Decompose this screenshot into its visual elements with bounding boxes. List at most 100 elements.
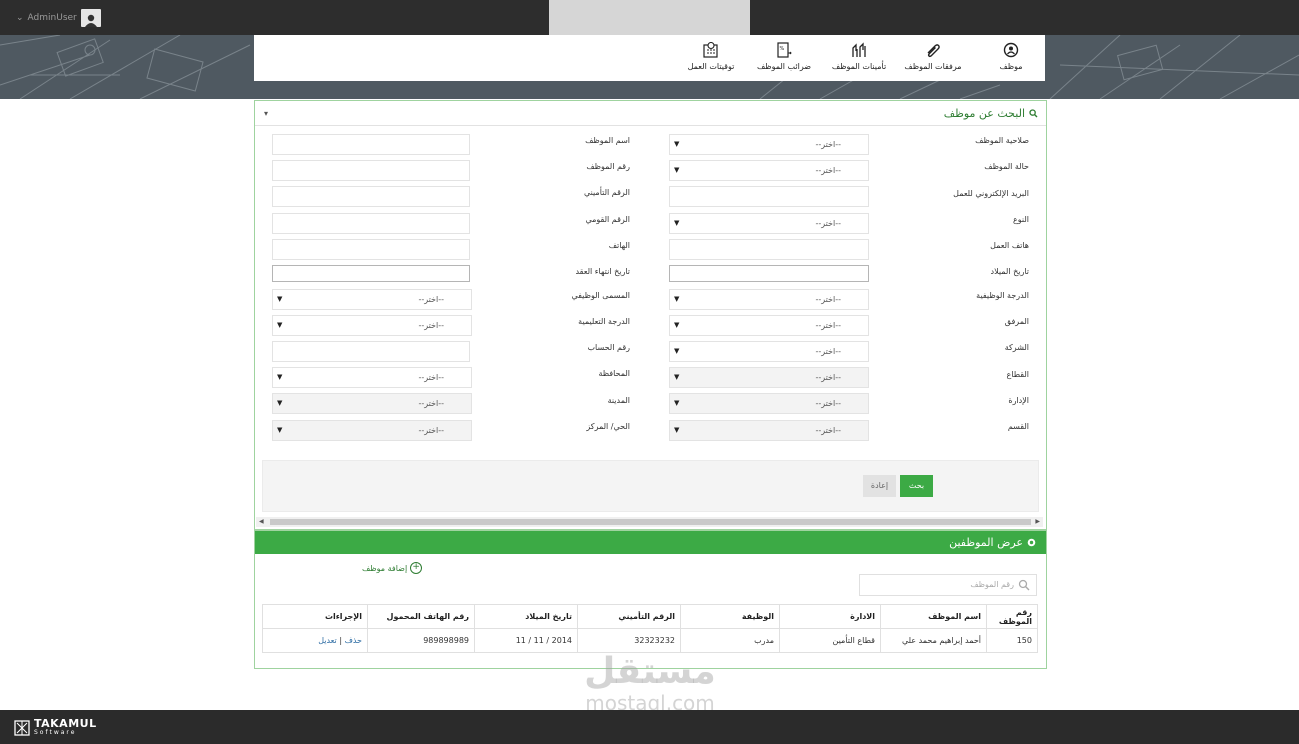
clock-calculator-icon [703,42,718,58]
nav-item-work-times[interactable]: توقيتات العمل [676,42,746,71]
label-governorate: المحافظة [598,369,630,378]
dropdown-arrow-icon: ▼ [277,321,283,329]
scroll-right-icon[interactable]: ▶ [1035,518,1040,525]
employee-name-input[interactable] [272,134,470,155]
col-employee-number: رقم الموظف [986,604,1038,629]
avatar [80,9,101,27]
dropdown-arrow-icon: ▼ [674,399,680,407]
nav-item-label: موظف [999,62,1023,71]
add-employee-label: إضافة موظف [362,563,408,573]
nav-item-employee[interactable]: موظف [976,42,1046,71]
national-id-input[interactable] [272,213,470,234]
employee-number-search[interactable]: رقم الموظف [859,574,1037,596]
dropdown-arrow-icon: ▼ [674,140,680,148]
col-actions: الإجراءات [262,604,368,629]
search-panel-header[interactable]: ▾ البحث عن موظف [255,101,1046,126]
search-icon [1029,109,1038,118]
city-select[interactable]: --اختر-- ▼ [272,393,472,414]
nav-item-label: توقيتات العمل [687,62,735,71]
label-city: المدينة [607,396,630,405]
employees-table: رقم الموظف اسم الموظف الادارة الوظيفة ال… [262,604,1038,653]
label-sector: القطاع [1006,370,1029,379]
col-job: الوظيفة [680,604,780,629]
work-phone-input[interactable] [669,239,869,260]
cell-department: قطاع التأمين [779,628,881,653]
employee-number-input[interactable] [272,160,470,181]
svg-text:%: % [780,46,785,52]
label-company: الشركة [1004,343,1029,352]
hands-icon [852,42,866,57]
user-menu[interactable]: ⌄ AdminUser [16,9,101,27]
col-birth-date: تاريخ الميلاد [474,604,578,629]
administration-select[interactable]: --اختر-- ▼ [669,393,869,414]
dropdown-arrow-icon: ▼ [277,295,283,303]
horizontal-scrollbar[interactable]: ◀ ▶ [256,517,1043,527]
search-placeholder: رقم الموظف [970,580,1014,589]
dropdown-arrow-icon: ▼ [674,166,680,174]
nav-item-label: تأمينات الموظف [831,62,887,71]
district-select[interactable]: --اختر-- ▼ [272,420,472,441]
birth-date-input[interactable] [669,265,869,282]
watermark-arabic: مستقل [584,651,716,692]
collapse-caret-icon[interactable]: ▾ [264,109,268,118]
label-gender: النوع [1013,215,1029,224]
label-employee-status: حالة الموظف [984,162,1029,171]
delete-link[interactable]: حذف [345,636,362,645]
scrollbar-thumb[interactable] [270,519,1031,525]
account-number-input[interactable] [272,341,470,362]
facility-select[interactable]: --اختر-- ▼ [669,315,869,336]
label-contract-end-date: تاريخ انتهاء العقد [575,267,630,276]
company-select[interactable]: --اختر-- ▼ [669,341,869,362]
label-employee-number: رقم الموظف [586,162,630,171]
dropdown-arrow-icon: ▼ [674,347,680,355]
cell-mobile: 989898989 [367,628,475,653]
sector-select[interactable]: --اختر-- ▼ [669,367,869,388]
dropdown-arrow-icon: ▼ [674,373,680,381]
table-row: 150 أحمد إبراهيم محمد علي قطاع التأمين م… [262,628,1038,653]
scroll-left-icon[interactable]: ◀ [259,518,264,525]
job-grade-select[interactable]: --اختر-- ▼ [669,289,869,310]
section-select[interactable]: --اختر-- ▼ [669,420,869,441]
reset-button[interactable]: إعادة [863,475,896,497]
paperclip-icon [927,44,940,58]
label-national-id: الرقم القومي [585,215,630,224]
label-job-title: المسمى الوظيفي [571,291,630,300]
nav-item-attachments[interactable]: مرفقات الموظف [898,42,968,71]
nav-item-taxes[interactable]: % ضرائب الموظف [749,42,819,71]
module-nav: موظف مرفقات الموظف تأمينات الموظف % ضرائ… [254,35,1045,81]
employee-status-select[interactable]: --اختر-- ▼ [669,160,869,181]
label-birth-date: تاريخ الميلاد [990,267,1030,276]
phone-input[interactable] [272,239,470,260]
col-insurance-number: الرقم التأميني [577,604,681,629]
label-facility: المرفق [1004,317,1029,326]
job-title-select[interactable]: --اختر-- ▼ [272,289,472,310]
dropdown-arrow-icon: ▼ [674,321,680,329]
label-employee-permission: صلاحية الموظف [975,136,1029,145]
person-pin-icon [1003,42,1019,58]
search-icon [1018,579,1030,591]
cell-actions: حذف | تعديل [262,628,368,653]
col-mobile: رقم الهاتف المحمول [367,604,475,629]
top-bar: ⌄ AdminUser [0,0,1299,38]
nav-item-insurance[interactable]: تأمينات الموظف [824,42,894,71]
cell-job: مدرب [680,628,780,653]
edit-link[interactable]: تعديل [318,636,337,645]
contract-end-date-input[interactable] [272,265,470,282]
label-work-phone: هاتف العمل [990,241,1029,250]
employee-list-panel: عرض الموظفين إضافة موظف + رقم الموظف رقم… [254,530,1047,669]
list-panel-header: عرض الموظفين [255,531,1046,554]
list-panel-title: عرض الموظفين [949,536,1023,549]
nav-item-label: مرفقات الموظف [904,62,962,71]
education-degree-select[interactable]: --اختر-- ▼ [272,315,472,336]
work-email-input[interactable] [669,186,869,207]
employee-permission-select[interactable]: --اختر-- ▼ [669,134,869,155]
governorate-select[interactable]: --اختر-- ▼ [272,367,472,388]
gender-select[interactable]: --اختر-- ▼ [669,213,869,234]
add-employee-button[interactable]: إضافة موظف + [362,562,423,574]
insurance-number-input[interactable] [272,186,470,207]
search-actions: بحث إعادة [262,460,1039,512]
search-button[interactable]: بحث [900,475,933,497]
cell-employee-name: أحمد إبراهيم محمد علي [880,628,987,653]
label-job-grade: الدرجة الوظيفية [976,291,1029,300]
table-header-row: رقم الموظف اسم الموظف الادارة الوظيفة ال… [262,604,1038,629]
